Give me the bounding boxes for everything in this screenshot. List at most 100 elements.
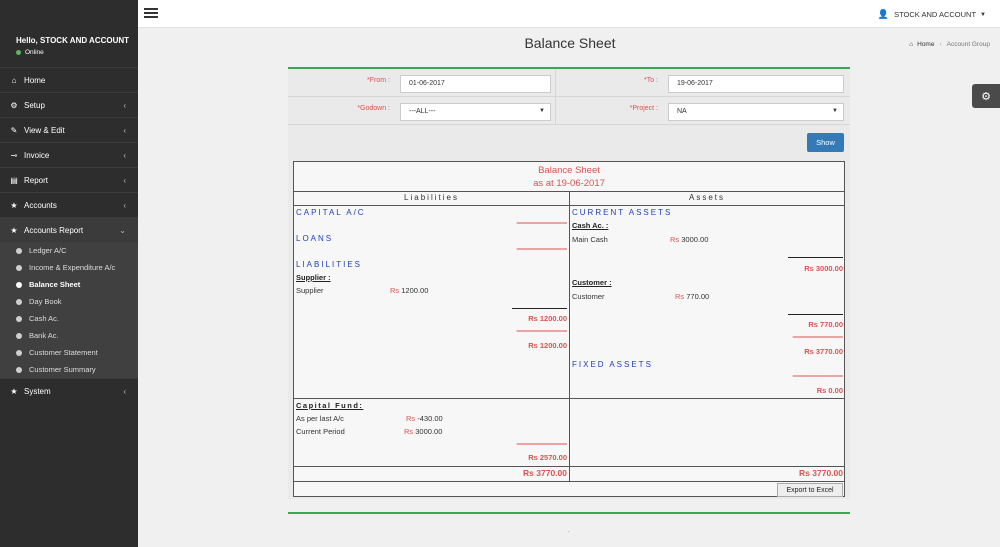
submenu-item-balance-sheet[interactable]: Balance Sheet: [0, 276, 138, 293]
submenu-item-label: Cash Ac.: [29, 314, 60, 323]
liabilities-heading: LIABILITIES: [296, 260, 363, 269]
chevron-left-icon: ‹: [123, 386, 126, 396]
godown-cell-divider: [288, 97, 556, 125]
breadcrumb: ⌂ Home › Account Group: [909, 41, 990, 48]
edit-icon: ✎: [10, 125, 18, 135]
chevron-left-icon: ‹: [123, 150, 126, 160]
sidebar-item-accounts-report[interactable]: ★ Accounts Report ⌄: [0, 217, 138, 242]
user-greeting: Hello, STOCK AND ACCOUNT: [16, 36, 130, 45]
supplier-amount: Rs 1200.00: [390, 286, 429, 295]
online-status: Online: [16, 49, 138, 56]
as-per-last-amount: Rs -430.00: [406, 414, 443, 423]
main-cash-amount: Rs 3000.00: [670, 235, 709, 244]
equals-divider: ==================: [516, 441, 567, 448]
breadcrumb-current: Account Group: [946, 41, 990, 48]
submenu-item-ledger[interactable]: Ledger A/C: [0, 242, 138, 259]
sidebar-item-accounts[interactable]: ★ Accounts ‹: [0, 192, 138, 217]
sidebar-item-label: Accounts Report: [24, 225, 84, 235]
breadcrumb-separator: ›: [939, 41, 942, 48]
report-title: Balance Sheet as at 19-06-2017: [294, 164, 844, 190]
top-bar: 👤 STOCK AND ACCOUNT ▼: [138, 0, 1000, 28]
equals-divider: ==================: [792, 373, 843, 380]
gear-icon: ⚙: [981, 90, 991, 103]
footer-dot: .: [568, 528, 570, 534]
loans-heading: LOANS: [296, 234, 334, 243]
submenu-item-customer-statement[interactable]: Customer Statement: [0, 344, 138, 361]
project-select[interactable]: NA ▼: [668, 103, 844, 121]
submenu-item-income-expenditure[interactable]: Income & Expenditure A/c: [0, 259, 138, 276]
circle-icon: [16, 349, 22, 356]
sidebar-item-report[interactable]: ▤ Report ‹: [0, 167, 138, 192]
current-assets-heading: CURRENT ASSETS: [572, 208, 673, 217]
underline-divider: [788, 314, 843, 315]
panel-bottom-border: [288, 512, 850, 514]
plug-icon: ⊸: [10, 150, 18, 160]
circle-icon: [16, 264, 22, 271]
submenu-item-label: Balance Sheet: [29, 280, 81, 289]
submenu-item-cash-ac[interactable]: Cash Ac.: [0, 310, 138, 327]
supplier-name: Supplier: [296, 286, 324, 295]
capital-fund-heading: Capital Fund:: [296, 401, 364, 410]
divider: [294, 398, 844, 399]
circle-icon: [16, 366, 22, 373]
show-button[interactable]: Show: [807, 133, 844, 152]
sidebar-item-label: Report: [24, 175, 49, 185]
customer-total: Rs 770.00: [808, 320, 843, 329]
accounts-report-submenu: Ledger A/C Income & Expenditure A/c Bala…: [0, 242, 138, 378]
circle-icon: [16, 298, 22, 305]
star-icon: ★: [10, 386, 18, 396]
submenu-item-label: Customer Summary: [29, 365, 96, 374]
caret-down-icon: ▼: [980, 11, 986, 18]
balance-sheet-table: Balance Sheet as at 19-06-2017 Liabiliti…: [293, 161, 845, 497]
divider: [294, 481, 844, 482]
to-date-input[interactable]: 19-06-2017: [668, 75, 844, 93]
sidebar-item-label: Invoice: [24, 150, 50, 160]
submenu-item-day-book[interactable]: Day Book: [0, 293, 138, 310]
user-icon: 👤: [877, 9, 890, 19]
report-title-text: Balance Sheet: [538, 165, 600, 176]
equals-divider: ==================: [792, 334, 843, 341]
page-title: Balance Sheet: [524, 35, 616, 51]
current-period-label: Current Period: [296, 427, 345, 436]
from-cell-divider: [288, 69, 556, 97]
online-status-label: Online: [25, 49, 44, 56]
menu-toggle-icon[interactable]: [144, 8, 158, 20]
user-panel: Hello, STOCK AND ACCOUNT Online: [0, 0, 138, 67]
assets-header: Assets: [688, 193, 725, 202]
sidebar-item-label: Accounts: [24, 200, 57, 210]
report-subtitle: as at 19-06-2017: [533, 178, 605, 189]
main-cash-label: Main Cash: [572, 235, 608, 244]
balance-sheet-panel: *From : 01-06-2017 *To : 19-06-2017 *God…: [288, 67, 850, 499]
sidebar-item-view-edit[interactable]: ✎ View & Edit ‹: [0, 117, 138, 142]
submenu-item-label: Ledger A/C: [29, 246, 67, 255]
sidebar-item-system[interactable]: ★ System ‹: [0, 378, 138, 403]
project-label: *Project :: [629, 105, 658, 112]
breadcrumb-home-link[interactable]: Home: [917, 41, 934, 48]
cash-total: Rs 3000.00: [804, 264, 843, 273]
submenu-item-label: Income & Expenditure A/c: [29, 263, 116, 272]
chevron-left-icon: ‹: [123, 100, 126, 110]
export-to-excel-button[interactable]: Export to Excel: [777, 483, 843, 497]
submenu-item-bank-ac[interactable]: Bank Ac.: [0, 327, 138, 344]
current-assets-total: Rs 3770.00: [804, 347, 843, 356]
sidebar: Hello, STOCK AND ACCOUNT Online ⌂ Home ⚙…: [0, 0, 138, 547]
supplier-subtotal: Rs 1200.00: [528, 314, 567, 323]
settings-gear-button[interactable]: ⚙: [972, 84, 1000, 108]
customer-amount: Rs 770.00: [675, 292, 710, 301]
customer-group-heading: Customer :: [572, 278, 612, 287]
underline-divider: [788, 257, 843, 258]
submenu-item-label: Customer Statement: [29, 348, 98, 357]
circle-icon: [16, 281, 22, 288]
user-menu[interactable]: 👤 STOCK AND ACCOUNT ▼: [878, 9, 986, 20]
dropdown-arrow-icon: ▼: [832, 108, 838, 114]
star-icon: ★: [10, 200, 18, 210]
equals-divider: ==================: [516, 328, 567, 335]
submenu-item-customer-summary[interactable]: Customer Summary: [0, 361, 138, 378]
fixed-assets-heading: FIXED ASSETS: [572, 360, 653, 369]
circle-icon: [16, 315, 22, 322]
supplier-group-heading: Supplier :: [296, 273, 331, 282]
sidebar-item-home[interactable]: ⌂ Home: [0, 67, 138, 92]
sidebar-item-invoice[interactable]: ⊸ Invoice ‹: [0, 142, 138, 167]
sidebar-item-setup[interactable]: ⚙ Setup ‹: [0, 92, 138, 117]
chevron-left-icon: ‹: [123, 200, 126, 210]
